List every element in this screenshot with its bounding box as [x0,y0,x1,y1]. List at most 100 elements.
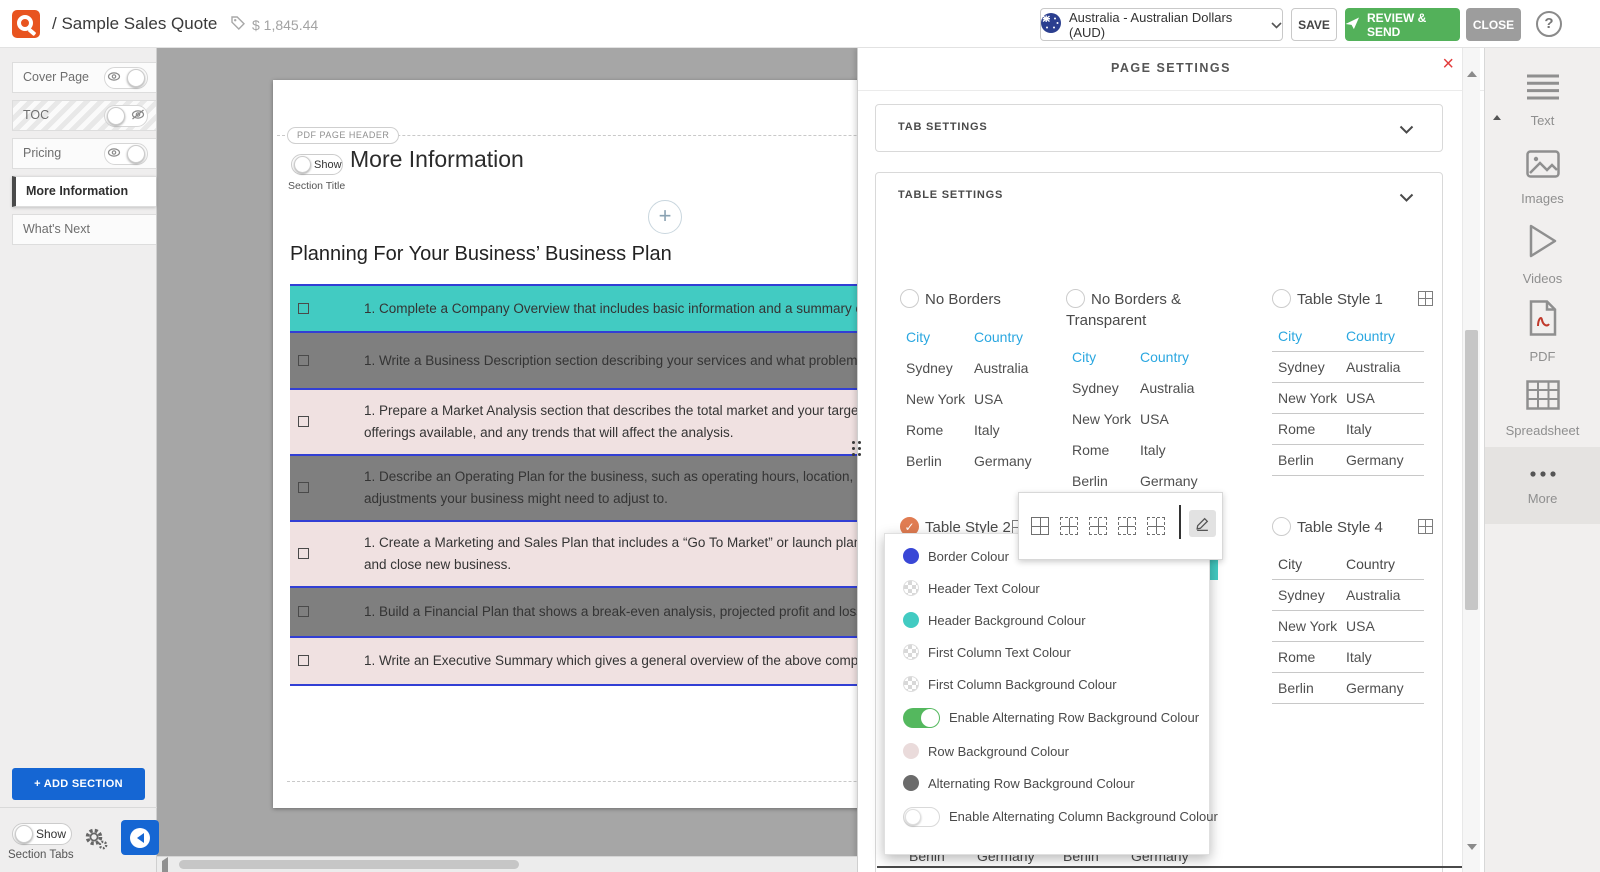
toggle-on[interactable] [903,708,940,728]
tool-text[interactable]: Text [1485,62,1600,139]
tool-videos[interactable]: Videos [1485,216,1600,293]
table-style-option-no-borders-transparent[interactable]: No Borders & Transparent CityCountrySydne… [1066,289,1226,496]
colour-swatch-icon[interactable] [903,775,919,791]
chevron-down-icon[interactable] [1399,121,1414,139]
table-row[interactable]: 1. Write an Executive Summary which give… [290,638,857,686]
colour-menu-item-enable-alternating-column-background-colour[interactable]: Enable Alternating Column Background Col… [885,799,1209,834]
document-title[interactable]: / Sample Sales Quote [52,14,217,34]
sidebar-item-pricing[interactable]: Pricing [12,138,156,169]
row-text: 1. Complete a Company Overview that incl… [364,298,857,320]
table-row[interactable]: 1. Build a Financial Plan that shows a b… [290,588,857,638]
table-row[interactable]: 1. Create a Marketing and Sales Plan tha… [290,522,857,588]
eye-icon [107,69,121,87]
text-icon [1526,74,1560,105]
colour-menu-item-first-column-background-colour[interactable]: First Column Background Colour [885,668,1209,700]
table-style-option-table-style-1[interactable]: Table Style 1CityCountrySydneyAustraliaN… [1272,289,1437,476]
tab-settings-label: TAB SETTINGS [898,121,987,133]
section-title-caption: Section Title [288,180,345,192]
border-style-button-4[interactable] [1118,517,1136,535]
close-panel-icon[interactable]: × [1442,54,1454,74]
border-style-button-1[interactable] [1031,517,1049,535]
row-checkbox[interactable] [298,303,309,314]
review-send-button[interactable]: REVIEW & SEND [1345,8,1460,41]
edit-colors-button[interactable] [1189,510,1216,537]
section-title-show-toggle[interactable]: Show [291,154,343,175]
section-title-text[interactable]: More Information [350,146,524,173]
colour-menu-item-enable-alternating-row-background-colour[interactable]: Enable Alternating Row Background Colour [885,700,1209,735]
currency-dropdown[interactable]: Australia - Australian Dollars (AUD) [1040,8,1283,41]
add-block-button[interactable]: + [648,200,682,234]
sidebar-item-toc[interactable]: TOC [12,100,156,131]
row-checkbox[interactable] [298,416,309,427]
radio-icon[interactable] [1272,517,1291,536]
colour-swatch-icon[interactable] [903,548,919,564]
visibility-toggle[interactable] [104,67,148,89]
table-grid-icon[interactable] [1418,291,1433,306]
settings-gear-icon[interactable] [84,827,108,856]
chevron-down-icon[interactable] [1399,189,1414,207]
transparent-swatch-icon[interactable] [903,676,919,692]
tool-more[interactable]: More [1485,447,1600,524]
panel-drag-handle[interactable] [852,441,861,463]
sidebar-item-cover-page[interactable]: Cover Page [12,62,156,93]
close-button[interactable]: CLOSE [1466,8,1521,41]
table-colour-menu: Border ColourHeader Text ColourHeader Ba… [884,533,1210,855]
table-row[interactable]: 1. Prepare a Market Analysis section tha… [290,390,857,456]
style-preview-table: CityCountrySydneyAustraliaNew YorkUSARom… [1066,341,1218,496]
scroll-up-icon[interactable] [1467,54,1477,72]
tool-spreadsheet[interactable]: Spreadsheet [1485,370,1600,447]
tab-settings-card[interactable]: TAB SETTINGS [875,104,1443,152]
panel-scrollbar-thumb[interactable] [1465,330,1478,610]
table-style-option-table-style-4[interactable]: Table Style 4CityCountrySydneyAustraliaN… [1272,517,1437,704]
style-name: Table Style 4 [1272,517,1437,538]
colour-menu-item-row-background-colour[interactable]: Row Background Colour [885,735,1209,767]
row-checkbox[interactable] [298,482,309,493]
more-icon [1528,465,1558,483]
radio-icon[interactable] [1066,289,1085,308]
row-checkbox[interactable] [298,606,309,617]
visibility-toggle[interactable] [104,105,148,127]
colour-menu-item-first-column-text-colour[interactable]: First Column Text Colour [885,636,1209,668]
border-style-button-5[interactable] [1147,517,1165,535]
horizontal-scrollbar-thumb[interactable] [179,860,519,869]
app-logo[interactable] [12,10,40,38]
preview-header-row: CityCountry [1066,341,1218,372]
save-button[interactable]: SAVE [1291,8,1337,41]
colour-menu-item-header-text-colour[interactable]: Header Text Colour [885,572,1209,604]
transparent-swatch-icon[interactable] [903,580,919,596]
help-button[interactable]: ? [1536,11,1562,37]
table-row[interactable]: 1. Complete a Company Overview that incl… [290,286,857,333]
tool-pdf[interactable]: PDF [1485,293,1600,370]
document-heading[interactable]: Planning For Your Business’ Business Pla… [290,243,672,266]
tool-images[interactable]: Images [1485,139,1600,216]
radio-icon[interactable] [1272,289,1291,308]
sidebar-item-more-information[interactable]: More Information [12,176,156,207]
border-style-button-3[interactable] [1089,517,1107,535]
scroll-down-icon[interactable] [1467,850,1477,868]
colour-swatch-icon[interactable] [903,612,919,628]
document-table[interactable]: 1. Complete a Company Overview that incl… [290,284,857,686]
border-style-button-2[interactable] [1060,517,1078,535]
transparent-swatch-icon[interactable] [903,644,919,660]
table-row[interactable]: 1. Describe an Operating Plan for the bu… [290,456,857,522]
row-checkbox[interactable] [298,655,309,666]
colour-menu-item-alternating-row-background-colour[interactable]: Alternating Row Background Colour [885,767,1209,799]
horizontal-scrollbar[interactable] [157,856,857,872]
toggle-off[interactable] [903,807,940,827]
row-checkbox[interactable] [298,355,309,366]
radio-icon[interactable] [900,289,919,308]
panel-scrollbar[interactable] [1462,48,1480,872]
table-grid-icon[interactable] [1418,519,1433,534]
table-row[interactable]: 1. Write a Business Description section … [290,333,857,390]
visibility-toggle[interactable] [104,143,148,165]
scroll-left-icon[interactable] [162,861,168,872]
colour-swatch-icon[interactable] [903,743,919,759]
colour-menu-item-header-background-colour[interactable]: Header Background Colour [885,604,1209,636]
section-tabs-toggle[interactable]: Show [12,823,72,845]
style-name: No Borders & Transparent [1066,289,1226,331]
table-style-option-no-borders[interactable]: No BordersCityCountrySydneyAustraliaNew … [900,289,1060,476]
sidebar-item-what-s-next[interactable]: What's Next [12,214,156,245]
row-checkbox[interactable] [298,548,309,559]
collapse-sidebar-button[interactable] [121,820,159,855]
add-section-button[interactable]: + ADD SECTION [12,768,145,800]
